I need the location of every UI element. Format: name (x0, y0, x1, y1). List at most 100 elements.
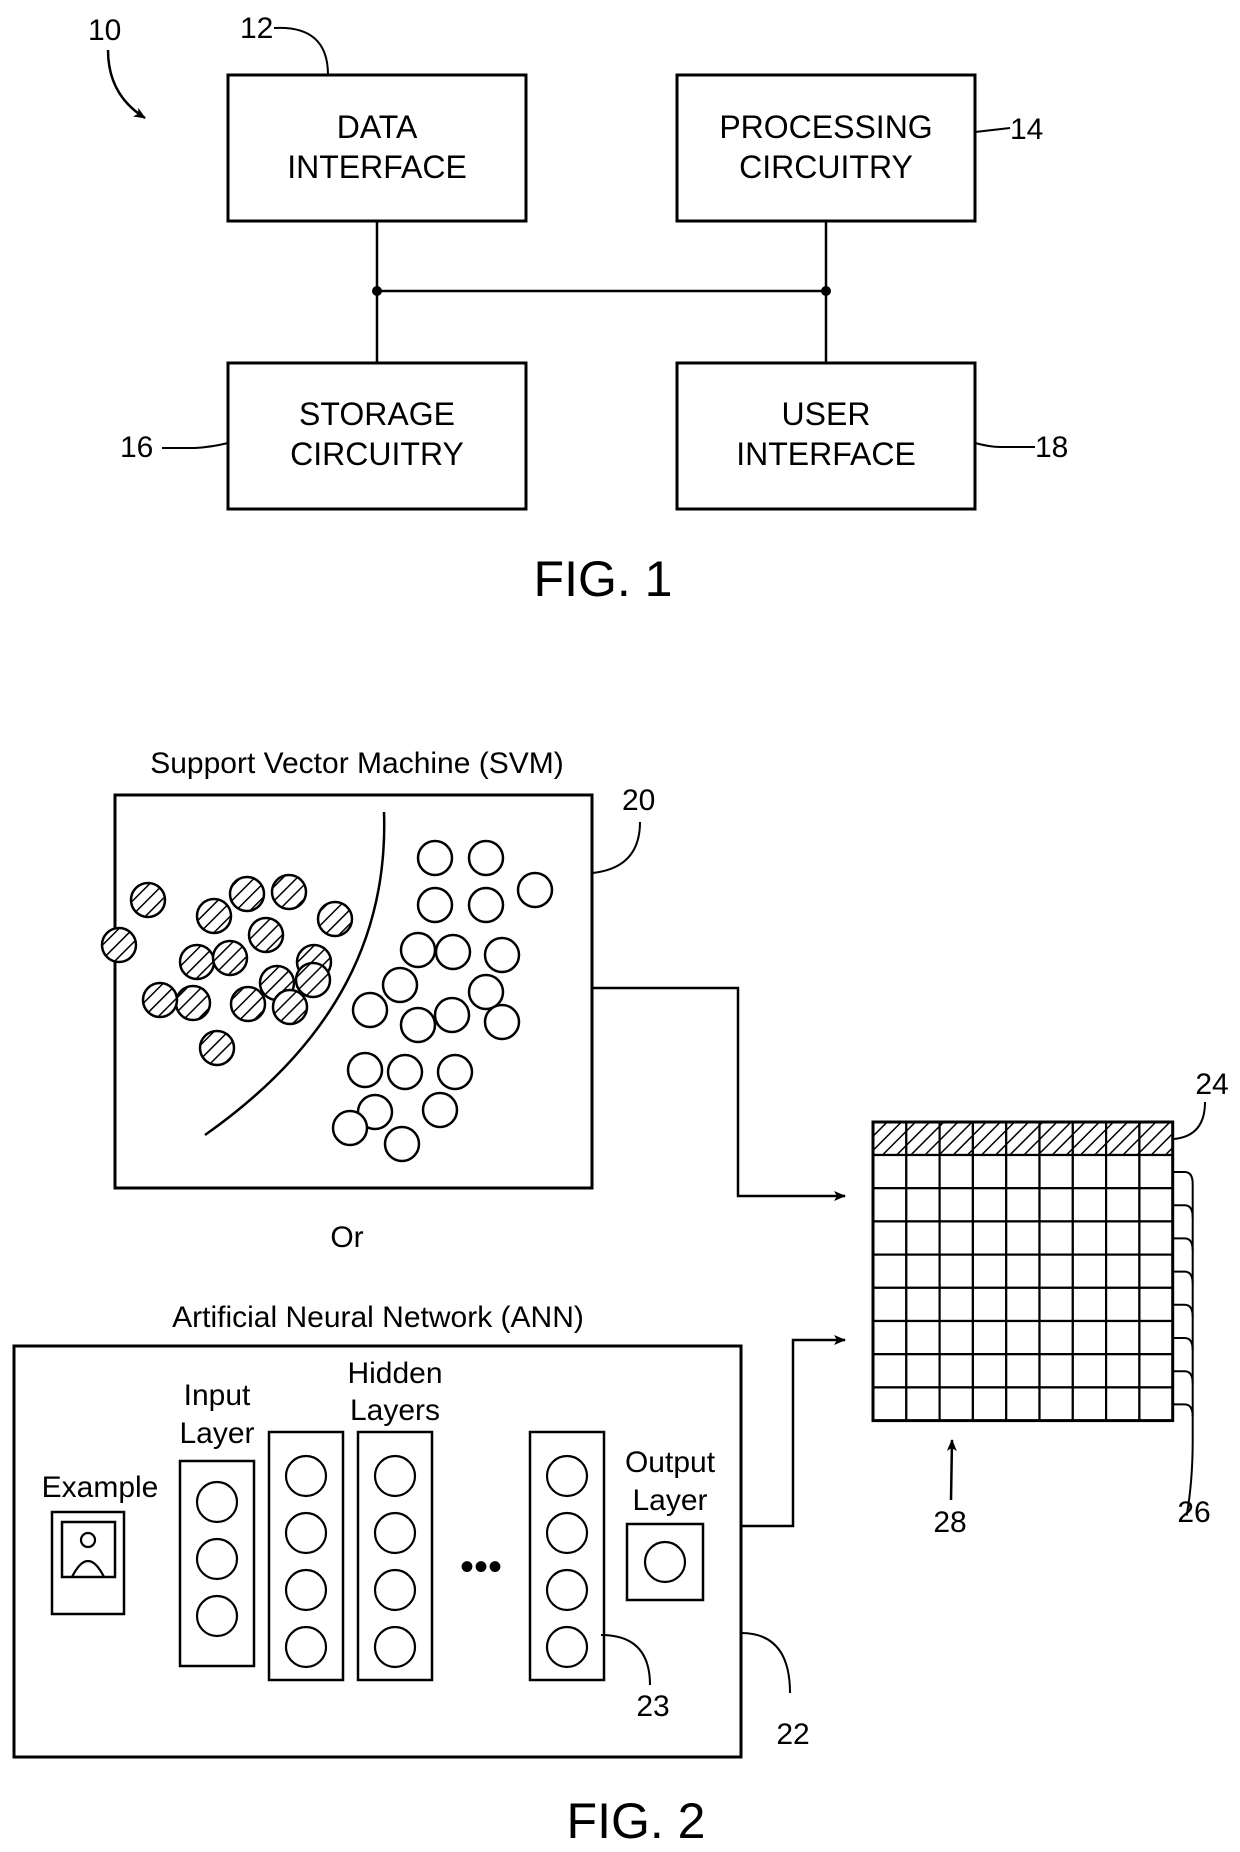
table-cell (971, 1319, 1008, 1356)
neuron (195, 1480, 239, 1524)
neuron (373, 1454, 417, 1498)
table-cell (1138, 1187, 1174, 1223)
table-cell (1071, 1386, 1108, 1422)
neuron (545, 1568, 589, 1612)
table-cell (871, 1386, 908, 1422)
table-cell (905, 1386, 941, 1422)
table-cell (871, 1187, 908, 1223)
header-cell (1138, 1120, 1174, 1157)
hidden-layers-label: Layers (350, 1394, 440, 1427)
table-cell (1005, 1153, 1041, 1190)
table-cell (971, 1386, 1008, 1422)
ref-label-header: 24 (1195, 1068, 1228, 1101)
figure-caption: FIG. 2 (567, 1793, 706, 1849)
system-bus (375, 221, 828, 363)
table-cell (1104, 1353, 1141, 1389)
input-layer-label: Layer (179, 1417, 254, 1450)
table-cell (1138, 1220, 1174, 1256)
output-layer (625, 1522, 705, 1602)
table-cell (905, 1353, 941, 1389)
table-cell (1038, 1319, 1074, 1356)
table-cell (938, 1187, 974, 1223)
table-cell (905, 1286, 941, 1323)
neuron (545, 1625, 589, 1669)
or-label: Or (330, 1221, 363, 1254)
neuron (545, 1454, 589, 1498)
table-cell (1038, 1253, 1074, 1289)
table-cell (1104, 1319, 1141, 1356)
open-point (346, 1051, 384, 1089)
table-cell (871, 1253, 908, 1289)
table-cell (1104, 1253, 1141, 1289)
table-cell (971, 1153, 1008, 1190)
open-point (383, 1125, 421, 1163)
hatched-point (247, 916, 285, 954)
column-pointer-arrow (946, 1439, 957, 1501)
neuron (373, 1511, 417, 1555)
header-cell (1104, 1120, 1141, 1157)
table-cell (1005, 1253, 1041, 1289)
table-cell (1138, 1253, 1174, 1289)
hatched-point (129, 881, 167, 919)
example-label: Example (42, 1471, 159, 1504)
ref-label-system: 10 (88, 14, 121, 47)
hatched-point (141, 981, 179, 1019)
output-layer-label: Output (625, 1446, 716, 1479)
table-cell (871, 1153, 908, 1190)
input-layer-label: Input (184, 1379, 251, 1412)
open-point (416, 839, 454, 877)
table-cell (1071, 1220, 1108, 1256)
bus-junction-dot (821, 286, 831, 296)
open-point (433, 996, 471, 1034)
table-cell (1038, 1353, 1074, 1389)
block-label-line: CIRCUITRY (290, 436, 464, 472)
hidden-layers-label: Hidden (347, 1357, 442, 1390)
table-cell (971, 1220, 1008, 1256)
table-cell (1138, 1319, 1174, 1356)
table-cell (971, 1286, 1008, 1323)
row-brace (1172, 1370, 1194, 1384)
block-label-line: CIRCUITRY (739, 149, 913, 185)
table-cell (905, 1153, 941, 1190)
row-brace (1172, 1303, 1194, 1317)
open-point (331, 1109, 369, 1147)
hatched-point (294, 961, 332, 999)
table-cell (938, 1253, 974, 1289)
neuron (643, 1540, 687, 1584)
row-brace (1172, 1270, 1194, 1284)
table-cell (1071, 1253, 1108, 1289)
table-cell (1038, 1153, 1074, 1190)
table-cell (1005, 1286, 1041, 1323)
leader-line (974, 127, 1011, 133)
table-cell (905, 1187, 941, 1223)
table-cell (871, 1353, 908, 1389)
ref-label-ann: 22 (776, 1718, 809, 1751)
ann-panel: Example Input Layer Hidden Layers ••• Ou… (12, 1344, 743, 1759)
ref-label-layer: 23 (636, 1690, 669, 1723)
svm-title: Support Vector Machine (SVM) (150, 747, 564, 780)
open-point (467, 839, 505, 877)
leader-line (740, 1632, 791, 1694)
fig2: Support Vector Machine (SVM) 20 Or Artif… (12, 747, 1229, 1849)
table-cell (1005, 1187, 1041, 1223)
header-cell (938, 1120, 974, 1157)
table-cell (1138, 1353, 1174, 1389)
row-brace (1172, 1237, 1194, 1251)
table-cell (1138, 1286, 1174, 1323)
block-processing-circuitry: PROCESSING CIRCUITRY 14 (675, 73, 1043, 223)
neuron (195, 1594, 239, 1638)
table-cell (1104, 1220, 1141, 1256)
open-point (416, 886, 454, 924)
ref-label-svm: 20 (622, 784, 655, 817)
table-cell (1104, 1386, 1141, 1422)
neuron (195, 1537, 239, 1581)
open-point (381, 966, 419, 1004)
ref-label-column: 28 (933, 1506, 966, 1539)
header-cell (1071, 1120, 1108, 1157)
hatched-point (211, 939, 249, 977)
leader-line (1173, 1101, 1206, 1140)
row-brace (1172, 1337, 1194, 1351)
table-cell (1071, 1319, 1108, 1356)
neuron (545, 1511, 589, 1555)
leader-line (273, 26, 329, 76)
